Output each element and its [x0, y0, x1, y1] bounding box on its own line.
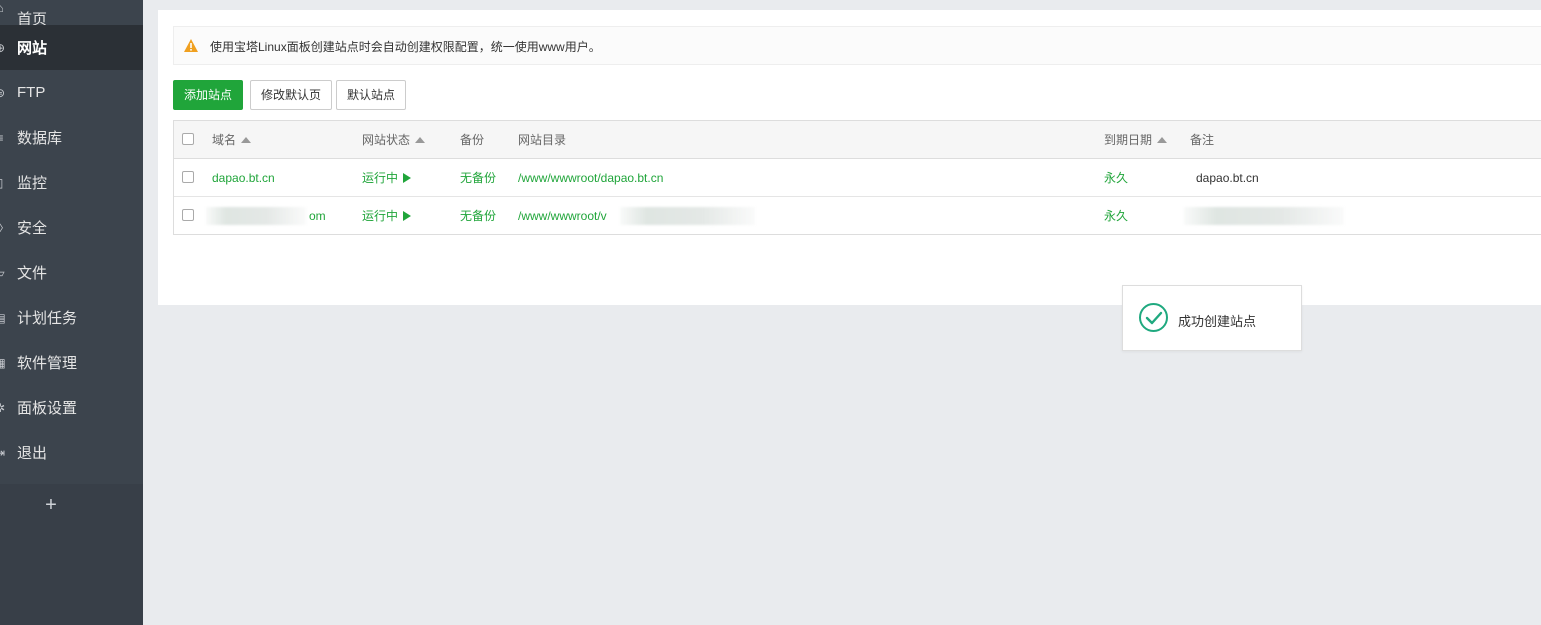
- ftp-icon: ⊜: [0, 86, 7, 100]
- sidebar-item-label: 软件管理: [17, 355, 78, 372]
- header-expire[interactable]: 到期日期: [1104, 133, 1168, 147]
- globe-icon: ⊕: [0, 41, 7, 55]
- apps-icon: ▦: [0, 356, 7, 370]
- sidebar-item-label: 计划任务: [17, 310, 78, 327]
- shield-icon: ◊: [0, 221, 7, 235]
- site-expire[interactable]: 永久: [1104, 209, 1128, 223]
- status-label: 运行中: [362, 209, 399, 223]
- header-remark: 备注: [1190, 133, 1215, 147]
- sidebar-item-cron[interactable]: ▤ 计划任务: [0, 295, 143, 340]
- header-status[interactable]: 网站状态: [362, 133, 426, 147]
- success-toast: 成功创建站点: [1122, 285, 1302, 351]
- redacted-remark: [1184, 207, 1344, 225]
- row-checkbox[interactable]: [182, 171, 194, 183]
- folder-icon: ▱: [0, 266, 7, 280]
- sidebar-item-monitor[interactable]: ▯ 监控: [0, 160, 143, 205]
- calendar-icon: ▤: [0, 311, 7, 325]
- sidebar-item-settings[interactable]: ✲ 面板设置: [0, 385, 143, 430]
- sidebar: ⌂ 首页 ⊕ 网站 ⊜ FTP ≡ 数据库 ▯ 监控 ◊ 安全 ▱ 文件 ▤ 计: [0, 0, 143, 625]
- site-status[interactable]: 运行中: [362, 171, 412, 185]
- sidebar-item-logout[interactable]: ⇥ 退出: [0, 430, 143, 475]
- select-all-checkbox[interactable]: [182, 133, 194, 145]
- site-remark[interactable]: dapao.bt.cn: [1196, 171, 1259, 185]
- add-site-button[interactable]: 添加站点: [173, 80, 243, 110]
- site-domain-link[interactable]: dapao.bt.cn: [212, 171, 275, 185]
- gear-icon: ✲: [0, 401, 7, 415]
- home-icon: ⌂: [0, 1, 7, 15]
- site-expire[interactable]: 永久: [1104, 171, 1128, 185]
- play-icon: [403, 211, 412, 221]
- site-path-link[interactable]: /www/wwwroot/v: [518, 209, 607, 223]
- site-path-link[interactable]: /www/wwwroot/dapao.bt.cn: [518, 171, 663, 185]
- site-backup-link[interactable]: 无备份: [460, 209, 496, 223]
- row-checkbox[interactable]: [182, 209, 194, 221]
- sidebar-item-website[interactable]: ⊕ 网站: [0, 25, 143, 70]
- redacted-domain: [206, 207, 306, 225]
- sidebar-item-home[interactable]: ⌂ 首页: [0, 0, 143, 28]
- header-label: 网站状态: [362, 133, 411, 147]
- header-label: 域名: [212, 133, 237, 147]
- sort-up-icon[interactable]: [1157, 137, 1168, 143]
- site-status[interactable]: 运行中: [362, 209, 412, 223]
- sidebar-item-label: 网站: [17, 40, 48, 57]
- notice-bar: 使用宝塔Linux面板创建站点时会自动创建权限配置，统一使用www用户。: [173, 26, 1541, 65]
- edit-default-page-button[interactable]: 修改默认页: [250, 80, 332, 110]
- main-panel: 使用宝塔Linux面板创建站点时会自动创建权限配置，统一使用www用户。 添加站…: [158, 10, 1541, 305]
- database-icon: ≡: [0, 131, 7, 145]
- logout-icon: ⇥: [0, 446, 7, 460]
- table-header: 域名 网站状态 备份 网站目录 到期日期 备注: [174, 121, 1541, 159]
- sidebar-item-security[interactable]: ◊ 安全: [0, 205, 143, 250]
- play-icon: [403, 173, 412, 183]
- site-domain-link[interactable]: om: [309, 209, 326, 223]
- warning-icon: [184, 39, 198, 52]
- sidebar-item-ftp[interactable]: ⊜ FTP: [0, 70, 143, 115]
- sidebar-item-software[interactable]: ▦ 软件管理: [0, 340, 143, 385]
- status-label: 运行中: [362, 171, 399, 185]
- sidebar-item-files[interactable]: ▱ 文件: [0, 250, 143, 295]
- default-site-button[interactable]: 默认站点: [336, 80, 406, 110]
- sidebar-item-database[interactable]: ≡ 数据库: [0, 115, 143, 160]
- redacted-path: [620, 207, 755, 225]
- sidebar-item-label: FTP: [17, 84, 46, 101]
- monitor-icon: ▯: [0, 176, 7, 190]
- sort-up-icon[interactable]: [415, 137, 426, 143]
- header-label: 到期日期: [1104, 133, 1153, 147]
- add-menu-button[interactable]: +: [43, 494, 59, 516]
- notice-text: 使用宝塔Linux面板创建站点时会自动创建权限配置，统一使用www用户。: [210, 40, 601, 54]
- table-row: om 运行中 无备份 /www/wwwroot/v 永久: [174, 197, 1541, 235]
- check-circle-icon: [1139, 303, 1168, 332]
- sites-table: 域名 网站状态 备份 网站目录 到期日期 备注 dapao.bt.cn 运行中 …: [173, 120, 1541, 235]
- header-domain[interactable]: 域名: [212, 133, 252, 147]
- table-row: dapao.bt.cn 运行中 无备份 /www/wwwroot/dapao.b…: [174, 159, 1541, 197]
- header-path: 网站目录: [518, 133, 567, 147]
- sidebar-menu: ⌂ 首页 ⊕ 网站 ⊜ FTP ≡ 数据库 ▯ 监控 ◊ 安全 ▱ 文件 ▤ 计: [0, 0, 143, 475]
- sidebar-footer: +: [0, 484, 143, 625]
- toast-message: 成功创建站点: [1178, 314, 1257, 329]
- sort-up-icon[interactable]: [241, 137, 252, 143]
- sidebar-item-label: 安全: [17, 220, 48, 237]
- sidebar-item-label: 面板设置: [17, 400, 78, 417]
- sidebar-item-label: 文件: [17, 265, 48, 282]
- sidebar-item-label: 退出: [17, 445, 48, 462]
- site-backup-link[interactable]: 无备份: [460, 171, 496, 185]
- header-backup: 备份: [460, 133, 485, 147]
- sidebar-item-label: 监控: [17, 175, 48, 192]
- sidebar-item-label: 数据库: [17, 130, 63, 147]
